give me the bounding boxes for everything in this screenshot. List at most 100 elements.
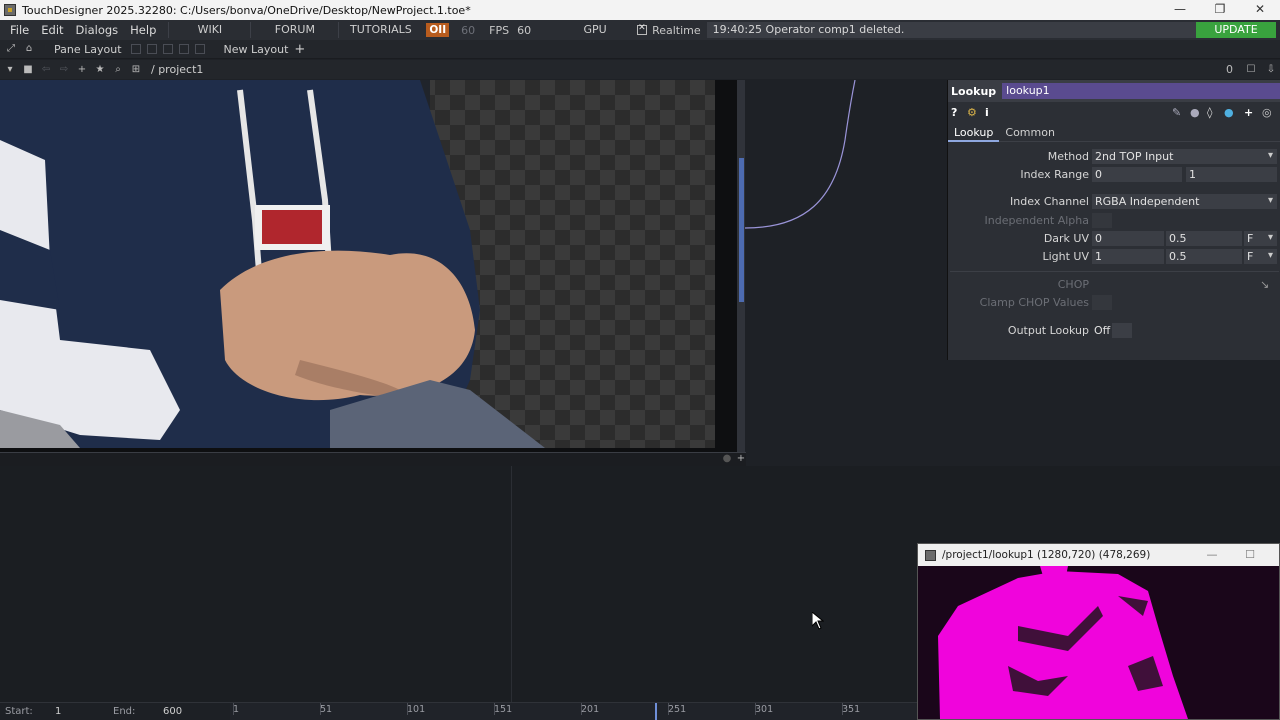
settings-icon[interactable]: ◎ bbox=[1262, 106, 1272, 119]
update-button[interactable]: UPDATE bbox=[1196, 22, 1276, 38]
palette-icon[interactable]: ◊ bbox=[1207, 106, 1212, 119]
help-icon[interactable]: ? bbox=[951, 106, 967, 119]
param-header: Lookup lookup1 bbox=[948, 80, 1280, 102]
gpu-button[interactable]: GPU bbox=[559, 22, 631, 38]
chop-drop-icon[interactable]: ↘ bbox=[1260, 277, 1269, 293]
tab-common[interactable]: Common bbox=[999, 124, 1061, 142]
menu-file[interactable]: File bbox=[4, 23, 35, 37]
oii-button[interactable]: OII bbox=[426, 23, 450, 37]
dark-uv-mode-dropdown[interactable]: F bbox=[1244, 230, 1277, 246]
add-layout-button[interactable]: + bbox=[294, 42, 305, 57]
wiki-button[interactable]: WIKI bbox=[168, 22, 250, 38]
forward-icon[interactable]: ⇨ bbox=[57, 63, 71, 77]
chop-label: CHOP bbox=[1057, 278, 1089, 291]
realtime-checkbox[interactable] bbox=[637, 23, 648, 35]
touchdesigner-app-icon bbox=[4, 4, 16, 16]
close-button[interactable]: ✕ bbox=[1240, 0, 1280, 20]
dark-uv-label: Dark UV bbox=[1043, 232, 1089, 245]
pane-menu-icon[interactable]: ⇩ bbox=[1264, 63, 1278, 77]
floating-viewer-app-icon bbox=[925, 549, 936, 561]
network-wire bbox=[745, 80, 856, 229]
add-param-icon[interactable]: + bbox=[1244, 106, 1253, 119]
viewer-scroll-thumb[interactable] bbox=[739, 158, 744, 302]
stop-icon[interactable]: ■ bbox=[21, 63, 35, 77]
comment-icon[interactable]: ● bbox=[1190, 106, 1200, 119]
network-icon[interactable]: ⊞ bbox=[129, 63, 143, 77]
floating-viewer-window[interactable]: /project1/lookup1 (1280,720) (478,269) —… bbox=[917, 543, 1280, 720]
playhead[interactable] bbox=[655, 703, 657, 720]
dark-uv-u-field[interactable]: 0 bbox=[1092, 231, 1164, 246]
restore-button[interactable]: ❐ bbox=[1200, 0, 1240, 20]
tick-label: 51 bbox=[320, 704, 333, 715]
layout-quad-icon[interactable] bbox=[194, 44, 205, 54]
index-range-min-field[interactable]: 0 bbox=[1092, 167, 1182, 182]
start-label: Start: bbox=[5, 706, 33, 717]
network-path[interactable]: / project1 bbox=[151, 63, 203, 76]
status-message: 19:40:25 Operator comp1 deleted. bbox=[706, 22, 1217, 38]
forum-button[interactable]: FORUM bbox=[250, 22, 338, 38]
menu-help[interactable]: Help bbox=[124, 23, 162, 37]
param-light-uv-row: Light UV 1 0.5 F bbox=[948, 248, 1280, 265]
layout-split-h-icon[interactable] bbox=[146, 44, 157, 54]
fps-label: FPS bbox=[489, 23, 510, 37]
light-uv-mode-dropdown[interactable]: F bbox=[1244, 248, 1277, 264]
tutorials-button[interactable]: TUTORIALS bbox=[338, 22, 422, 38]
top-viewer[interactable] bbox=[0, 80, 745, 452]
realtime-toggle[interactable]: Realtime bbox=[637, 23, 701, 37]
light-uv-v-field[interactable]: 0.5 bbox=[1166, 249, 1242, 264]
viewer-dot-icon[interactable]: ● bbox=[720, 452, 734, 466]
output-lookup-toggle[interactable] bbox=[1112, 323, 1132, 338]
mouse-cursor-icon bbox=[812, 612, 824, 630]
edit-icon[interactable]: ✎ bbox=[1172, 106, 1181, 119]
expand-icon[interactable]: ⤢ bbox=[4, 42, 18, 56]
magenta-lookup-image bbox=[918, 566, 1279, 719]
new-layout-label[interactable]: New Layout bbox=[224, 43, 289, 56]
python-icon[interactable]: ● bbox=[1224, 106, 1234, 119]
clamp-chop-toggle[interactable] bbox=[1092, 295, 1112, 310]
tick-label: 101 bbox=[407, 704, 426, 715]
pane-layout-label: Pane Layout bbox=[54, 42, 122, 56]
dark-uv-v-field[interactable]: 0.5 bbox=[1166, 231, 1242, 246]
floating-viewer-titlebar[interactable]: /project1/lookup1 (1280,720) (478,269) —… bbox=[918, 544, 1279, 566]
floating-maximize-button[interactable]: ☐ bbox=[1231, 544, 1269, 566]
param-index-range-row: Index Range 0 1 bbox=[948, 167, 1280, 183]
tab-lookup[interactable]: Lookup bbox=[948, 124, 1000, 142]
add-icon[interactable]: + bbox=[75, 63, 89, 77]
viewer-bottom-bar: ● + bbox=[0, 452, 746, 466]
start-value[interactable]: 1 bbox=[55, 706, 61, 717]
param-clamp-chop-row: Clamp CHOP Values bbox=[948, 295, 1280, 311]
layout-single-icon[interactable] bbox=[130, 44, 141, 54]
index-range-max-field[interactable]: 1 bbox=[1186, 167, 1277, 182]
search-icon[interactable]: ⌕ bbox=[111, 63, 125, 77]
independent-alpha-toggle[interactable] bbox=[1092, 213, 1112, 228]
minimize-button[interactable]: — bbox=[1160, 0, 1200, 20]
maximize-pane-icon[interactable]: ☐ bbox=[1244, 63, 1258, 77]
menu-bar: File Edit Dialogs Help WIKI FORUM TUTORI… bbox=[0, 20, 1280, 40]
menu-dialogs[interactable]: Dialogs bbox=[70, 23, 125, 37]
layout-split-v-icon[interactable] bbox=[162, 44, 173, 54]
end-value[interactable]: 600 bbox=[163, 706, 182, 717]
viewer-scrollbar[interactable] bbox=[737, 80, 745, 452]
op-name-field[interactable]: lookup1 bbox=[1002, 83, 1280, 99]
info-icon[interactable]: i bbox=[985, 106, 999, 119]
tick-label: 201 bbox=[581, 704, 600, 715]
back-icon[interactable]: ⇦ bbox=[39, 63, 53, 77]
param-output-lookup-row: Output Lookup Off bbox=[948, 323, 1280, 339]
star-icon[interactable]: ★ bbox=[93, 63, 107, 77]
floating-minimize-button[interactable]: — bbox=[1193, 544, 1231, 566]
home-icon[interactable]: ⌂ bbox=[22, 42, 36, 56]
menu-edit[interactable]: Edit bbox=[35, 23, 69, 37]
timeline-bar[interactable]: Start: 1 End: 600 1 51 101 151 201 251 3… bbox=[0, 702, 917, 720]
method-dropdown[interactable]: 2nd TOP Input bbox=[1092, 148, 1277, 164]
index-channel-dropdown[interactable]: RGBA Independent bbox=[1092, 193, 1277, 209]
independent-alpha-label: Independent Alpha bbox=[984, 214, 1090, 227]
python-help-icon[interactable]: ⚙ bbox=[967, 106, 985, 119]
light-uv-u-field[interactable]: 1 bbox=[1092, 249, 1164, 264]
viewer-plus-icon[interactable]: + bbox=[734, 452, 748, 466]
dropdown-icon[interactable]: ▾ bbox=[3, 63, 17, 77]
fps-value: 60 bbox=[517, 23, 532, 37]
timeline-ruler[interactable]: 1 51 101 151 201 251 301 351 bbox=[230, 703, 917, 720]
layout-triple-icon[interactable] bbox=[178, 44, 189, 54]
param-chop-row: CHOP ↘ bbox=[948, 277, 1280, 293]
light-uv-label: Light UV bbox=[1042, 250, 1089, 263]
